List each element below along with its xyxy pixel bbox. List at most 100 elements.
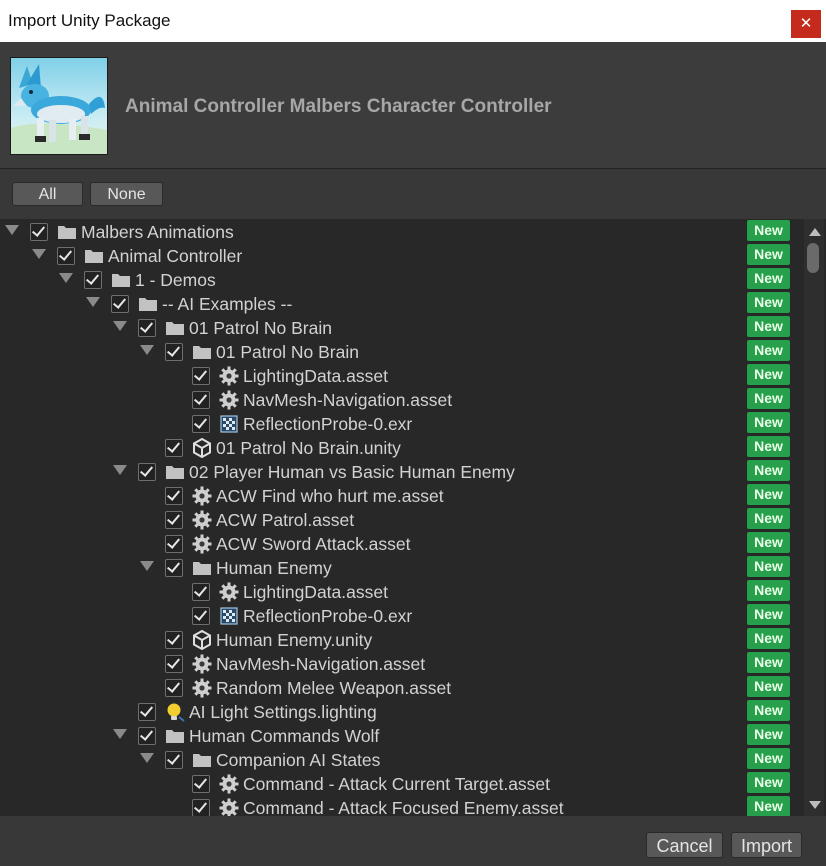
tree-row[interactable]: Command - Attack Focused Enemy.asset New — [0, 796, 800, 816]
scroll-up-arrow-icon[interactable] — [809, 228, 821, 236]
window-title: Import Unity Package — [8, 11, 171, 30]
gear-icon — [192, 678, 212, 698]
expand-arrow-icon[interactable] — [113, 321, 127, 331]
tree-row[interactable]: Human Enemy.unity New — [0, 628, 800, 652]
tree-item-label: 1 - Demos — [135, 270, 216, 290]
tree-row[interactable]: NavMesh-Navigation.asset New — [0, 388, 800, 412]
select-all-button[interactable]: All — [12, 182, 83, 206]
folder-icon — [111, 270, 131, 290]
new-badge: New — [747, 412, 790, 433]
folder-icon — [192, 342, 212, 362]
tree-row[interactable]: LightingData.asset New — [0, 580, 800, 604]
expand-arrow-icon[interactable] — [113, 465, 127, 475]
tree-item-label: Human Enemy — [216, 558, 332, 578]
include-checkbox[interactable] — [192, 607, 210, 625]
folder-icon — [138, 294, 158, 314]
include-checkbox[interactable] — [165, 559, 183, 577]
close-button[interactable]: ✕ — [791, 10, 821, 38]
new-badge: New — [747, 652, 790, 673]
include-checkbox[interactable] — [138, 463, 156, 481]
include-checkbox[interactable] — [192, 583, 210, 601]
tree-row[interactable]: ACW Find who hurt me.asset New — [0, 484, 800, 508]
tree-row[interactable]: AI Light Settings.lighting New — [0, 700, 800, 724]
expand-arrow-icon[interactable] — [59, 273, 73, 283]
new-badge: New — [747, 316, 790, 337]
tree-row[interactable]: Animal Controller New — [0, 244, 800, 268]
folder-icon — [192, 558, 212, 578]
tree-scrollbar[interactable] — [804, 219, 824, 816]
include-checkbox[interactable] — [138, 703, 156, 721]
expand-arrow-icon[interactable] — [140, 561, 154, 571]
tree-row[interactable]: Human Commands Wolf New — [0, 724, 800, 748]
include-checkbox[interactable] — [192, 799, 210, 816]
tree-row[interactable]: Random Melee Weapon.asset New — [0, 676, 800, 700]
import-button[interactable]: Import — [731, 832, 802, 858]
include-checkbox[interactable] — [165, 511, 183, 529]
tree-row[interactable]: 01 Patrol No Brain New — [0, 340, 800, 364]
scroll-down-arrow-icon[interactable] — [809, 801, 821, 809]
include-checkbox[interactable] — [192, 415, 210, 433]
include-checkbox[interactable] — [30, 223, 48, 241]
tree-item-label: Command - Attack Current Target.asset — [243, 774, 551, 794]
tree-row[interactable]: -- AI Examples -- New — [0, 292, 800, 316]
folder-icon — [165, 726, 185, 746]
include-checkbox[interactable] — [165, 679, 183, 697]
tree-item-label: -- AI Examples -- — [162, 294, 293, 314]
expand-arrow-icon[interactable] — [86, 297, 100, 307]
tree-row[interactable]: 01 Patrol No Brain.unity New — [0, 436, 800, 460]
expand-arrow-icon[interactable] — [140, 345, 154, 355]
new-badge: New — [747, 364, 790, 385]
new-badge: New — [747, 508, 790, 529]
include-checkbox[interactable] — [111, 295, 129, 313]
expand-arrow-icon[interactable] — [5, 225, 19, 235]
gear-icon — [219, 582, 239, 602]
include-checkbox[interactable] — [138, 319, 156, 337]
tree-row[interactable]: NavMesh-Navigation.asset New — [0, 652, 800, 676]
include-checkbox[interactable] — [165, 439, 183, 457]
include-checkbox[interactable] — [192, 775, 210, 793]
include-checkbox[interactable] — [165, 535, 183, 553]
tree-row[interactable]: 02 Player Human vs Basic Human Enemy New — [0, 460, 800, 484]
tree-row[interactable]: ReflectionProbe-0.exr New — [0, 412, 800, 436]
new-badge: New — [747, 484, 790, 505]
include-checkbox[interactable] — [165, 343, 183, 361]
cancel-button[interactable]: Cancel — [646, 832, 723, 858]
new-badge: New — [747, 556, 790, 577]
gear-icon — [192, 654, 212, 674]
include-checkbox[interactable] — [165, 655, 183, 673]
tree-item-label: LightingData.asset — [243, 366, 388, 386]
tree-row[interactable]: 01 Patrol No Brain New — [0, 316, 800, 340]
texture-icon — [219, 606, 239, 626]
include-checkbox[interactable] — [57, 247, 75, 265]
tree-item-label: LightingData.asset — [243, 582, 388, 602]
select-none-button[interactable]: None — [90, 182, 163, 206]
tree-row[interactable]: ACW Patrol.asset New — [0, 508, 800, 532]
new-badge: New — [747, 796, 790, 816]
expand-arrow-icon[interactable] — [113, 729, 127, 739]
expand-arrow-icon[interactable] — [32, 249, 46, 259]
folder-icon — [165, 462, 185, 482]
tree-row[interactable]: Malbers Animations New — [0, 220, 800, 244]
tree-row[interactable]: ACW Sword Attack.asset New — [0, 532, 800, 556]
package-header: Animal Controller Malbers Character Cont… — [0, 42, 826, 169]
wolf-image — [11, 58, 107, 154]
tree-item-label: ACW Sword Attack.asset — [216, 534, 411, 554]
tree-row[interactable]: Command - Attack Current Target.asset New — [0, 772, 800, 796]
tree-row[interactable]: Companion AI States New — [0, 748, 800, 772]
include-checkbox[interactable] — [165, 487, 183, 505]
include-checkbox[interactable] — [84, 271, 102, 289]
include-checkbox[interactable] — [165, 631, 183, 649]
include-checkbox[interactable] — [138, 727, 156, 745]
tree-row[interactable]: Human Enemy New — [0, 556, 800, 580]
tree-row[interactable]: 1 - Demos New — [0, 268, 800, 292]
include-checkbox[interactable] — [165, 751, 183, 769]
include-checkbox[interactable] — [192, 391, 210, 409]
include-checkbox[interactable] — [192, 367, 210, 385]
unity-scene-icon — [192, 437, 212, 459]
tree-item-label: NavMesh-Navigation.asset — [243, 390, 453, 410]
tree-item-label: Random Melee Weapon.asset — [216, 678, 452, 698]
scrollbar-thumb[interactable] — [807, 243, 819, 273]
tree-row[interactable]: LightingData.asset New — [0, 364, 800, 388]
tree-row[interactable]: ReflectionProbe-0.exr New — [0, 604, 800, 628]
expand-arrow-icon[interactable] — [140, 753, 154, 763]
